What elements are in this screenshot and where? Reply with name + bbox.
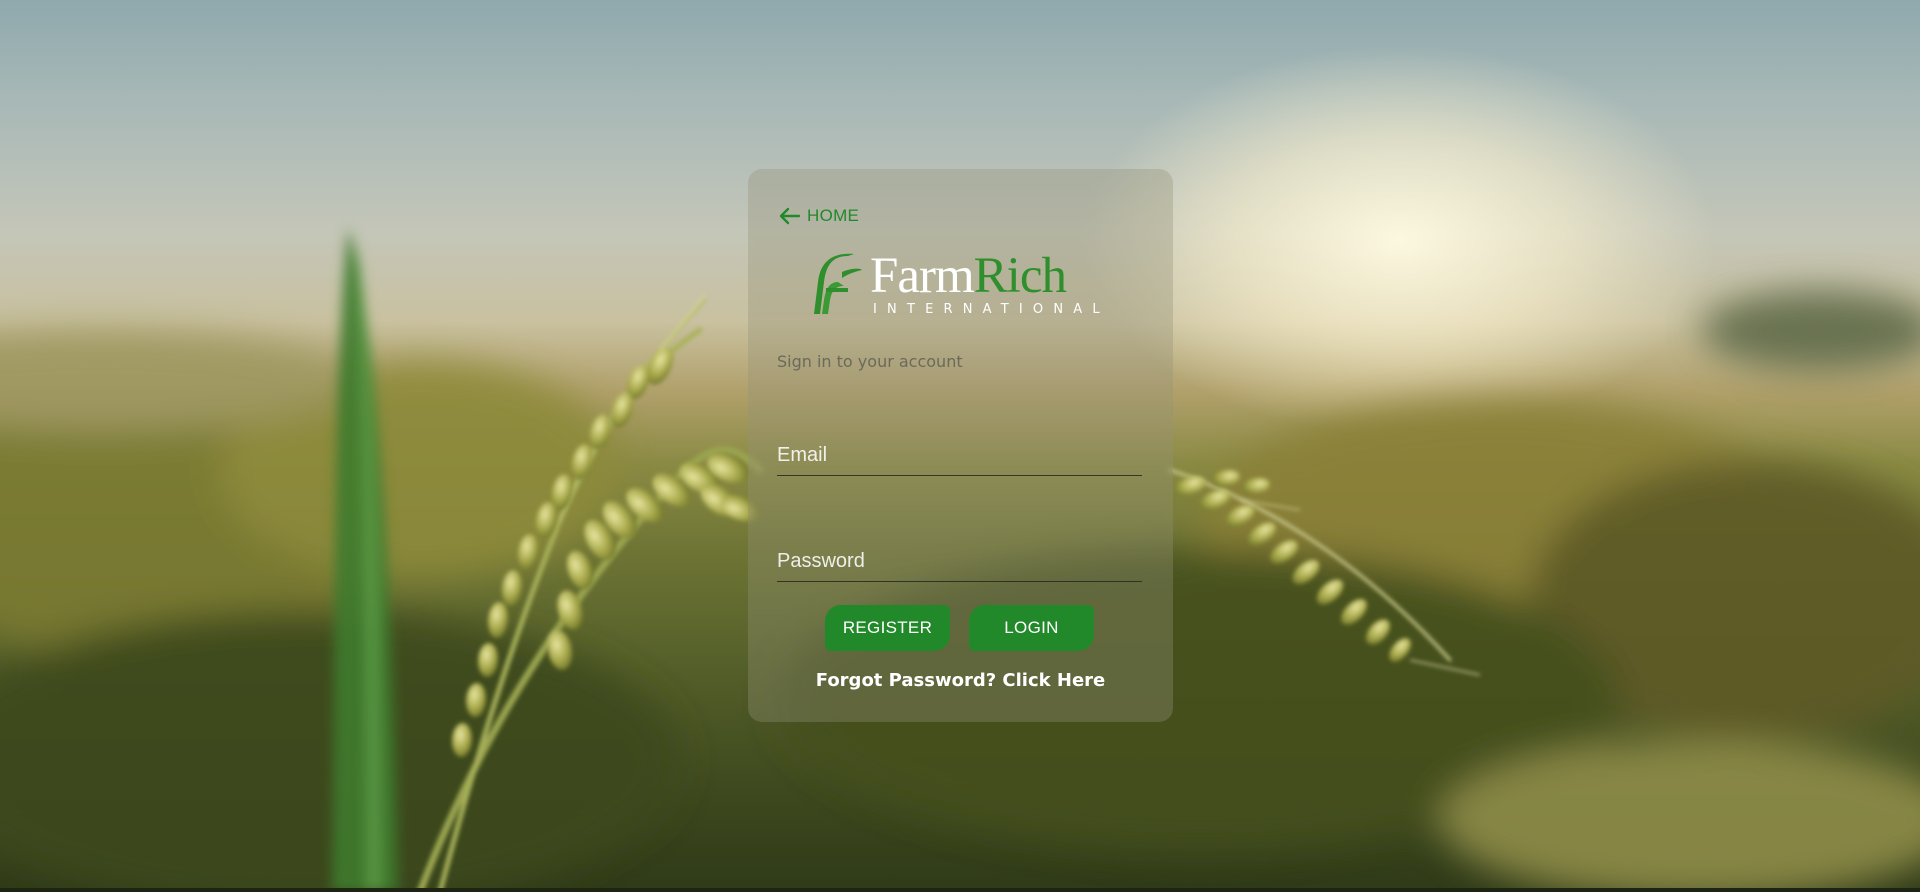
email-input[interactable] xyxy=(777,444,1142,475)
home-link[interactable]: HOME xyxy=(779,206,859,226)
register-button[interactable]: REGISTER xyxy=(825,605,950,651)
farmrich-logo: FarmRich INTERNATIONAL xyxy=(808,248,1118,322)
password-field xyxy=(777,550,1142,582)
home-link-label: HOME xyxy=(807,206,860,225)
password-input[interactable] xyxy=(777,550,1142,581)
email-field xyxy=(777,444,1142,476)
arrow-left-icon xyxy=(779,207,801,225)
signin-subtitle: Sign in to your account xyxy=(777,352,963,371)
logo-subtitle: INTERNATIONAL xyxy=(873,302,1110,317)
forgot-password-link[interactable]: Forgot Password? Click Here xyxy=(748,670,1173,691)
login-button[interactable]: LOGIN xyxy=(969,605,1094,651)
farmrich-ff-logo-icon xyxy=(814,253,862,314)
page-bottom-edge xyxy=(0,888,1920,892)
login-card: HOME FarmRich INTERNATIONAL Sign in to y… xyxy=(748,169,1173,722)
logo-wordmark: FarmRich xyxy=(870,248,1067,304)
